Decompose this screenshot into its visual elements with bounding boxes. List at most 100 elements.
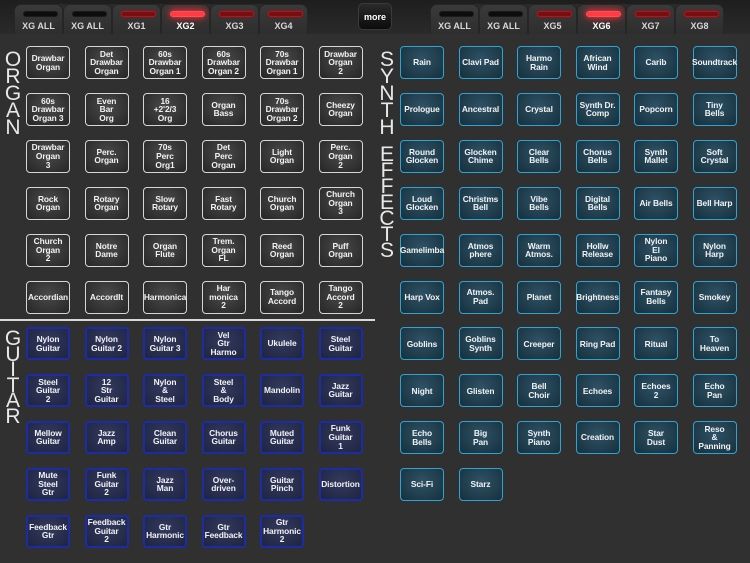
organ-preset-button[interactable]: Church Organ 3	[318, 186, 363, 220]
organ-preset-button[interactable]: 70s Drawbar Organ 2	[260, 92, 304, 126]
synth-preset-button[interactable]: Synth Dr. Comp	[575, 92, 620, 126]
synth-preset-button[interactable]: Night	[400, 374, 444, 408]
synth-preset-button[interactable]: Ancestral	[458, 92, 503, 126]
guitar-preset-button[interactable]: Guitar Pinch	[260, 467, 304, 501]
synth-preset-button[interactable]: Vibe Bells	[517, 186, 561, 220]
guitar-preset-button[interactable]: Steel & Body	[201, 373, 246, 407]
guitar-preset-button[interactable]: Mellow Guitar	[26, 420, 70, 454]
synth-preset-button[interactable]: Chorus Bells	[575, 139, 620, 173]
guitar-preset-button[interactable]: Chorus Guitar	[201, 420, 246, 454]
tab-xg1[interactable]: XG1	[112, 4, 161, 34]
tab-xg2[interactable]: XG2	[161, 4, 210, 34]
synth-preset-button[interactable]: African Wind	[575, 46, 620, 79]
organ-preset-button[interactable]: Tango Accord	[260, 280, 304, 314]
tab-xg-all[interactable]: XG ALL	[63, 4, 112, 34]
organ-preset-button[interactable]: Rock Organ	[26, 186, 70, 220]
tab-xg8[interactable]: XG8	[675, 4, 724, 34]
synth-preset-button[interactable]: Christms Bell	[458, 186, 503, 220]
guitar-preset-button[interactable]: Jazz Guitar	[318, 373, 363, 407]
synth-preset-button[interactable]: Synth Piano	[517, 421, 561, 455]
organ-preset-button[interactable]: Notre Dame	[84, 233, 129, 267]
guitar-preset-button[interactable]: Feedback Guitar 2	[84, 514, 129, 548]
guitar-preset-button[interactable]: Distortion	[318, 467, 363, 501]
synth-preset-button[interactable]: Echoes	[575, 374, 620, 408]
guitar-preset-button[interactable]: Mandolin	[260, 373, 304, 407]
tab-xg-all[interactable]: XG ALL	[479, 4, 528, 34]
guitar-preset-button[interactable]: Over- driven	[201, 467, 246, 501]
guitar-preset-button[interactable]: Gtr Harmonic	[143, 514, 187, 548]
synth-preset-button[interactable]: Gamelimba	[400, 233, 444, 267]
organ-preset-button[interactable]: Drawbar Organ 2	[318, 46, 363, 79]
tab-xg-all[interactable]: XG ALL	[430, 4, 479, 34]
guitar-preset-button[interactable]: Steel Guitar	[318, 327, 363, 360]
synth-preset-button[interactable]: Creation	[575, 421, 620, 455]
synth-preset-button[interactable]: Echo Bells	[400, 421, 444, 455]
synth-preset-button[interactable]: Harp Vox	[400, 280, 444, 314]
guitar-preset-button[interactable]: Mute Steel Gtr	[26, 467, 70, 501]
guitar-preset-button[interactable]: 12 Str Guitar	[84, 373, 129, 407]
synth-preset-button[interactable]: Goblins	[400, 327, 444, 361]
synth-preset-button[interactable]: Glisten	[458, 374, 503, 408]
tab-xg-all[interactable]: XG ALL	[14, 4, 63, 34]
synth-preset-button[interactable]: Soft Crystal	[692, 139, 737, 173]
synth-preset-button[interactable]: Bell Harp	[692, 186, 737, 220]
guitar-preset-button[interactable]: Nylon & Steel	[143, 373, 187, 407]
synth-preset-button[interactable]: Star Dust	[634, 421, 678, 455]
synth-preset-button[interactable]: Atmos. Pad	[458, 280, 503, 314]
synth-preset-button[interactable]: Round Glocken	[400, 139, 444, 173]
guitar-preset-button[interactable]: Muted Guitar	[260, 420, 304, 454]
synth-preset-button[interactable]: Air Bells	[634, 186, 678, 220]
organ-preset-button[interactable]: Light Organ	[260, 139, 304, 173]
guitar-preset-button[interactable]: Clean Guitar	[143, 420, 187, 454]
organ-preset-button[interactable]: 60s Drawbar Organ 3	[26, 92, 70, 126]
synth-preset-button[interactable]: Tiny Bells	[692, 92, 737, 126]
guitar-preset-button[interactable]: Ukulele	[260, 327, 304, 360]
synth-preset-button[interactable]: Digital Bells	[575, 186, 620, 220]
organ-preset-button[interactable]: Det Drawbar Organ	[84, 46, 129, 79]
tab-xg7[interactable]: XG7	[626, 4, 675, 34]
organ-preset-button[interactable]: Drawbar Organ 3	[26, 139, 70, 173]
organ-preset-button[interactable]: 60s Drawbar Organ 1	[143, 46, 187, 79]
guitar-preset-button[interactable]: Gtr Harmonic 2	[260, 514, 304, 548]
tab-xg6[interactable]: XG6	[577, 4, 626, 34]
tab-xg3[interactable]: XG3	[210, 4, 259, 34]
synth-preset-button[interactable]: Soundtrack	[692, 46, 737, 79]
synth-preset-button[interactable]: Planet	[517, 280, 561, 314]
synth-preset-button[interactable]: Loud Glocken	[400, 186, 444, 220]
organ-preset-button[interactable]: Accordian	[26, 280, 70, 314]
organ-preset-button[interactable]: 70s Perc Org1	[143, 139, 187, 173]
organ-preset-button[interactable]: Church Organ 2	[26, 233, 70, 267]
organ-preset-button[interactable]: Cheezy Organ	[318, 92, 363, 126]
guitar-preset-button[interactable]: Steel Guitar 2	[26, 373, 70, 407]
organ-preset-button[interactable]: 60s Drawbar Organ 2	[201, 46, 246, 79]
organ-preset-button[interactable]: Rotary Organ	[84, 186, 129, 220]
guitar-preset-button[interactable]: Feedback Gtr	[26, 514, 70, 548]
more-button[interactable]: more	[358, 3, 392, 30]
guitar-preset-button[interactable]: Jazz Man	[143, 467, 187, 501]
organ-preset-button[interactable]: Slow Rotary	[143, 186, 187, 220]
organ-preset-button[interactable]: Har monica 2	[201, 280, 246, 314]
synth-preset-button[interactable]: Echo Pan	[692, 374, 737, 408]
synth-preset-button[interactable]: Nylon Harp	[692, 233, 737, 267]
organ-preset-button[interactable]: Even Bar Org	[84, 92, 129, 126]
organ-preset-button[interactable]: 70s Drawbar Organ 1	[260, 46, 304, 79]
synth-preset-button[interactable]: Glocken Chime	[458, 139, 503, 173]
synth-preset-button[interactable]: Clavi Pad	[458, 46, 503, 79]
tab-xg4[interactable]: XG4	[259, 4, 308, 34]
organ-preset-button[interactable]: Puff Organ	[318, 233, 363, 267]
synth-preset-button[interactable]: Starz	[458, 468, 503, 502]
synth-preset-button[interactable]: Carib	[634, 46, 678, 79]
organ-preset-button[interactable]: Organ Bass	[201, 92, 246, 126]
organ-preset-button[interactable]: 16 +2'2/3 Org	[143, 92, 187, 126]
synth-preset-button[interactable]: Creeper	[517, 327, 561, 361]
synth-preset-button[interactable]: Echoes 2	[634, 374, 678, 408]
synth-preset-button[interactable]: Fantasy Bells	[634, 280, 678, 314]
guitar-preset-button[interactable]: Nylon Guitar	[26, 327, 70, 360]
guitar-preset-button[interactable]: Funk Guitar 1	[318, 420, 363, 454]
guitar-preset-button[interactable]: Nylon Guitar 3	[143, 327, 187, 360]
guitar-preset-button[interactable]: Nylon Guitar 2	[84, 327, 129, 360]
organ-preset-button[interactable]: Perc. Organ 2	[318, 139, 363, 173]
organ-preset-button[interactable]: Organ Flute	[143, 233, 187, 267]
organ-preset-button[interactable]: Perc. Organ	[84, 139, 129, 173]
guitar-preset-button[interactable]: Gtr Feedback	[201, 514, 246, 548]
